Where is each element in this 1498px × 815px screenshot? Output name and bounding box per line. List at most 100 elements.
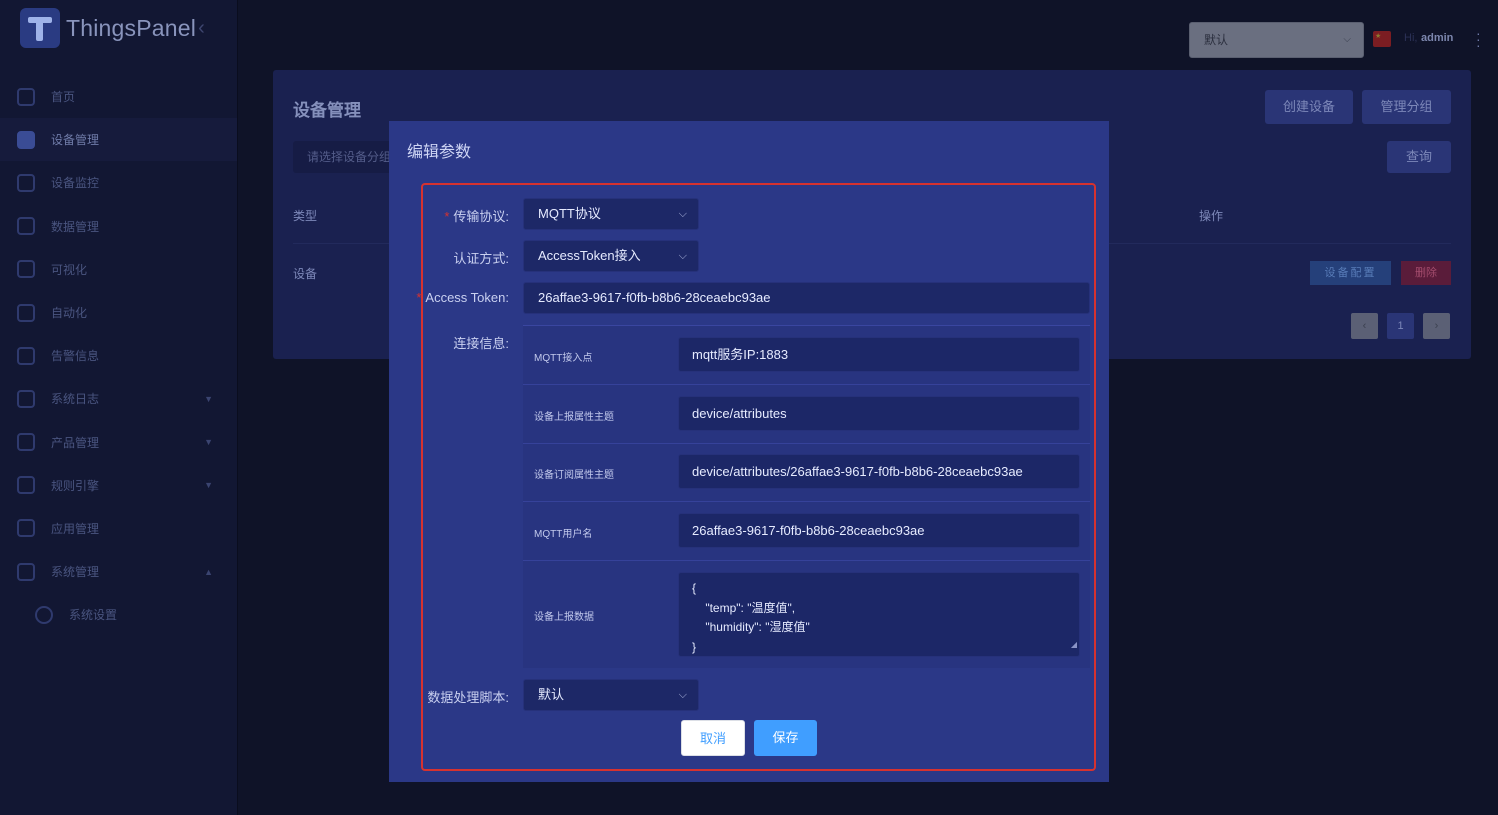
- sidebar-item-home[interactable]: 首页: [0, 75, 237, 118]
- publish-topic-field[interactable]: device/attributes: [678, 396, 1080, 431]
- protocol-select-value: MQTT协议: [538, 206, 601, 221]
- gift-icon: [17, 476, 35, 495]
- query-button[interactable]: 查询: [1387, 141, 1451, 173]
- conn-row-label: 设备上报属性主题: [534, 412, 614, 423]
- logo-icon: [20, 8, 60, 48]
- sidebar-item-label: 应用管理: [51, 521, 100, 536]
- username[interactable]: admin: [1421, 32, 1453, 44]
- column-header-actions: 操作: [1199, 209, 1224, 223]
- more-vertical-icon[interactable]: · · ·: [1476, 26, 1481, 52]
- gear-icon: [17, 562, 35, 581]
- access-token-input[interactable]: 26affae3-9617-f0fb-b8b6-28ceaebc93ae: [523, 282, 1090, 314]
- tenant-select-value: 默认: [1204, 33, 1229, 47]
- dialog-title: 编辑参数: [407, 144, 472, 161]
- device-icon: [17, 130, 35, 149]
- sidebar-item-automation[interactable]: 自动化: [0, 291, 237, 334]
- sidebar-item-product-management[interactable]: 产品管理 ▼: [0, 421, 237, 464]
- chevron-down-icon: ⌵: [678, 689, 687, 701]
- sidebar-item-alarm[interactable]: 告警信息: [0, 334, 237, 377]
- sidebar-item-app-management[interactable]: 应用管理: [0, 507, 237, 550]
- home-icon: [17, 87, 35, 106]
- tenant-select[interactable]: 默认 ⌵: [1189, 22, 1364, 58]
- create-device-button[interactable]: 创建设备: [1265, 90, 1353, 124]
- table-row: MQTT接入点 mqtt服务IP:1883: [523, 326, 1090, 385]
- product-icon: [17, 433, 35, 452]
- conn-row-label: MQTT用户名: [534, 529, 593, 540]
- conn-row-label: MQTT接入点: [534, 353, 593, 364]
- chevron-down-icon: ▼: [204, 437, 213, 448]
- script-select-value: 默认: [538, 687, 565, 702]
- sidebar-item-label: 首页: [51, 90, 76, 105]
- warning-icon: [17, 346, 35, 365]
- chevron-down-icon: ▼: [204, 480, 213, 491]
- sidebar-item-label: 系统设置: [69, 608, 118, 623]
- mqtt-endpoint-field[interactable]: mqtt服务IP:1883: [678, 337, 1080, 372]
- manage-group-button[interactable]: 管理分组: [1362, 90, 1451, 124]
- table-cell-type: 设备: [293, 267, 318, 281]
- report-data-text: { "temp": "温度值", "humidity": "湿度值" }: [692, 581, 810, 654]
- edit-params-dialog: 编辑参数 * 传输协议: MQTT协议 ⌵ 认证方式: AccessToken接入 ⌵…: [389, 121, 1109, 782]
- protocol-label: * 传输协议:: [444, 209, 509, 224]
- language-flag-icon[interactable]: ★: [1373, 31, 1391, 47]
- sidebar-item-system-management[interactable]: 系统管理 ▲: [0, 550, 237, 593]
- sidebar-item-label: 告警信息: [51, 349, 100, 364]
- pagination-next-button[interactable]: ›: [1423, 313, 1450, 339]
- data-icon: [17, 217, 35, 236]
- page-title: 设备管理: [293, 101, 361, 120]
- sidebar-item-device-management[interactable]: 设备管理: [0, 118, 237, 162]
- monitor-icon: [17, 173, 35, 192]
- sidebar-item-rule-engine[interactable]: 规则引擎 ▼: [0, 464, 237, 507]
- conn-row-label: 设备上报数据: [534, 612, 594, 623]
- protocol-select[interactable]: MQTT协议 ⌵: [523, 198, 699, 230]
- cancel-button[interactable]: 取消: [681, 720, 745, 756]
- report-data-textarea[interactable]: { "temp": "温度值", "humidity": "湿度值" } ◢: [678, 572, 1080, 657]
- greeting: Hi,: [1404, 32, 1418, 44]
- chevron-down-icon: ⌵: [678, 208, 687, 220]
- sidebar-item-data-management[interactable]: 数据管理: [0, 205, 237, 248]
- sidebar-item-label: 系统日志: [51, 392, 100, 407]
- mqtt-username-field[interactable]: 26affae3-9617-f0fb-b8b6-28ceaebc93ae: [678, 513, 1080, 548]
- auth-select-value: AccessToken接入: [538, 248, 641, 263]
- log-icon: [17, 389, 35, 408]
- sidebar-nav: 首页 设备管理 设备监控 数据管理 可视化 自动化 告警信息 系统日志 ▼ 产品管…: [0, 75, 237, 636]
- auth-select[interactable]: AccessToken接入 ⌵: [523, 240, 699, 272]
- conn-row-label: 设备订阅属性主题: [534, 470, 614, 481]
- sidebar-item-system-log[interactable]: 系统日志 ▼: [0, 377, 237, 420]
- table-row: 设备订阅属性主题 device/attributes/26affae3-9617…: [523, 444, 1090, 502]
- script-select[interactable]: 默认 ⌵: [523, 679, 699, 711]
- device-config-button[interactable]: 设备配置: [1310, 261, 1391, 285]
- delete-button[interactable]: 删除: [1401, 261, 1451, 285]
- sidebar-item-label: 自动化: [51, 306, 88, 321]
- sidebar-item-system-settings[interactable]: 系统设置: [0, 593, 237, 636]
- chevron-down-icon: ⌵: [678, 250, 687, 262]
- auth-label: 认证方式:: [453, 251, 509, 266]
- logo: ThingsPanel ‹: [20, 8, 205, 48]
- pagination-page-1[interactable]: 1: [1387, 313, 1414, 339]
- save-button[interactable]: 保存: [754, 720, 817, 756]
- column-header-type: 类型: [293, 209, 318, 223]
- hourglass-icon: [17, 303, 35, 322]
- table-row: MQTT用户名 26affae3-9617-f0fb-b8b6-28ceaebc…: [523, 502, 1090, 561]
- sidebar-item-label: 设备监控: [51, 176, 100, 191]
- sidebar-item-label: 设备管理: [51, 133, 100, 148]
- sidebar-item-device-monitor[interactable]: 设备监控: [0, 161, 237, 204]
- token-label: * Access Token:: [416, 290, 509, 305]
- connection-info-table: MQTT接入点 mqtt服务IP:1883 设备上报属性主题 device/at…: [523, 325, 1090, 668]
- resize-handle-icon[interactable]: ◢: [1071, 635, 1077, 655]
- sidebar-item-label: 产品管理: [51, 435, 100, 450]
- chart-icon: [17, 260, 35, 279]
- script-label: 数据处理脚本:: [427, 690, 509, 705]
- sidebar-item-visualization[interactable]: 可视化: [0, 248, 237, 291]
- sidebar-item-label: 规则引擎: [51, 478, 100, 493]
- sidebar-item-label: 系统管理: [51, 565, 100, 580]
- sidebar-item-label: 数据管理: [51, 219, 100, 234]
- chevron-up-icon: ▲: [204, 566, 213, 577]
- pagination-prev-button[interactable]: ‹: [1351, 313, 1378, 339]
- basket-icon: [17, 519, 35, 538]
- chevron-down-icon: ▼: [204, 393, 213, 404]
- chevron-down-icon: ⌵: [1343, 34, 1351, 45]
- cloud-icon: [35, 605, 53, 624]
- logo-text: ThingsPanel: [66, 14, 197, 41]
- subscribe-topic-field[interactable]: device/attributes/26affae3-9617-f0fb-b8b…: [678, 454, 1080, 489]
- collapse-sidebar-icon[interactable]: ‹: [198, 17, 205, 40]
